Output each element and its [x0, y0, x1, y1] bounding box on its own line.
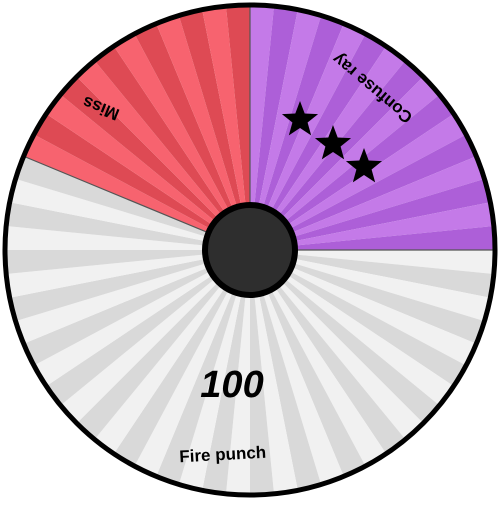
wheel-svg: 100 Fire punch Miss Confuse ray: [2, 2, 498, 498]
segment-confuse-ray: [250, 5, 495, 251]
wheel-hub[interactable]: [202, 202, 298, 298]
segment-power-fire-punch: 100: [200, 364, 263, 406]
move-wheel[interactable]: 100 Fire punch Miss Confuse ray: [0, 0, 500, 500]
